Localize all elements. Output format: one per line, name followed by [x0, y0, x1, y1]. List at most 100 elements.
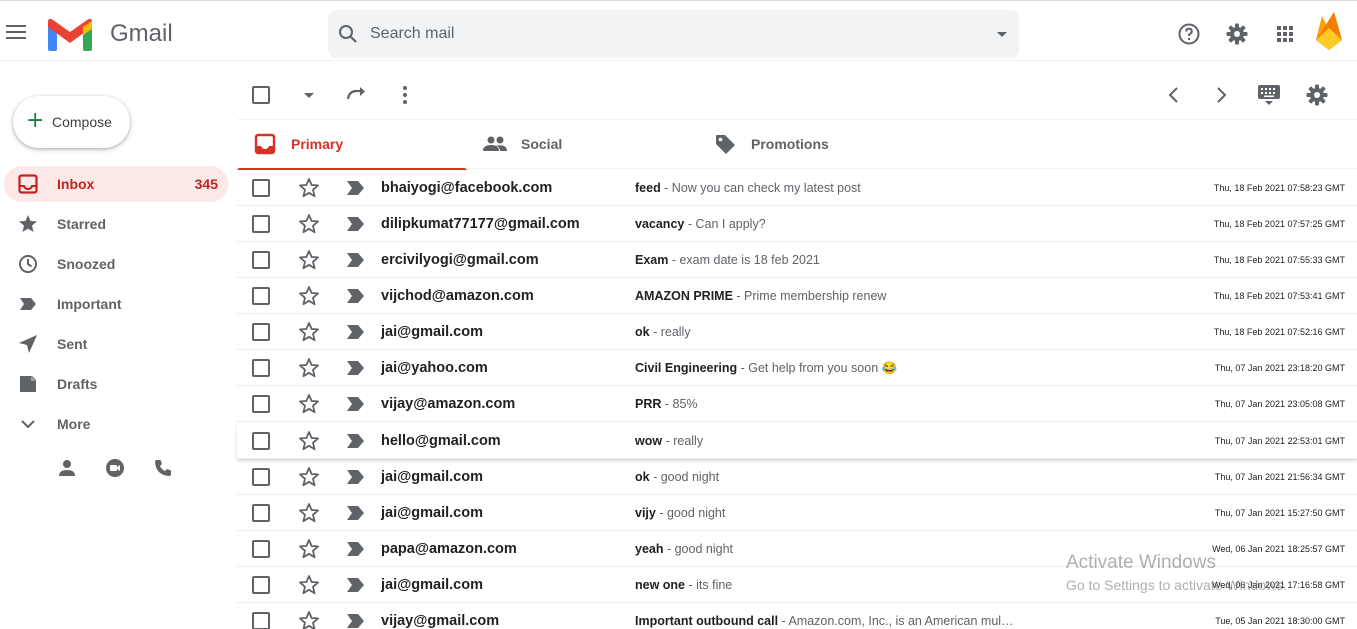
email-date: Thu, 18 Feb 2021 07:52:16 GMT — [1213, 327, 1345, 337]
email-row[interactable]: bhaiyogi@facebook.com feed - Now you can… — [237, 170, 1357, 206]
star-toggle-icon[interactable] — [298, 213, 320, 235]
row-checkbox[interactable] — [252, 251, 270, 269]
person-icon[interactable] — [57, 458, 77, 478]
star-toggle-icon[interactable] — [298, 249, 320, 271]
phone-icon[interactable] — [153, 458, 173, 478]
important-marker-icon[interactable] — [347, 181, 365, 195]
important-marker-icon[interactable] — [347, 217, 365, 231]
email-subject: new one - its fine — [635, 578, 732, 592]
email-subject: Civil Engineering - Get help from you so… — [635, 361, 897, 376]
tab-label: Primary — [291, 136, 344, 152]
apps-icon[interactable] — [1273, 22, 1297, 46]
star-toggle-icon[interactable] — [298, 321, 320, 343]
important-marker-icon[interactable] — [347, 542, 365, 556]
menu-icon[interactable] — [6, 25, 26, 41]
row-checkbox[interactable] — [252, 504, 270, 522]
star-toggle-icon[interactable] — [298, 610, 320, 629]
important-marker-icon[interactable] — [347, 289, 365, 303]
email-sender: vijay@gmail.com — [381, 613, 500, 629]
email-row[interactable]: jai@gmail.com ok - really Thu, 18 Feb 20… — [237, 314, 1357, 350]
compose-button[interactable]: + Compose — [13, 96, 130, 148]
sidebar-item-drafts[interactable]: Drafts — [4, 366, 228, 402]
chevron-left-icon[interactable] — [1163, 84, 1185, 106]
email-row[interactable]: vijay@gmail.com Important outbound call … — [237, 603, 1357, 629]
star-toggle-icon[interactable] — [298, 393, 320, 415]
email-row[interactable]: jai@yahoo.com Civil Engineering - Get he… — [237, 350, 1357, 386]
important-marker-icon[interactable] — [347, 614, 365, 628]
tab-social[interactable]: Social — [467, 120, 697, 170]
star-toggle-icon[interactable] — [298, 177, 320, 199]
important-marker-icon[interactable] — [347, 506, 365, 520]
row-checkbox[interactable] — [252, 323, 270, 341]
search-bar[interactable]: Search mail — [328, 10, 1019, 58]
brand-name[interactable]: Gmail — [110, 20, 173, 48]
help-icon[interactable] — [1177, 22, 1201, 46]
email-snippet: - good night — [649, 470, 720, 484]
email-row[interactable]: jai@gmail.com vijy - good night Thu, 07 … — [237, 495, 1357, 531]
tab-primary[interactable]: Primary — [237, 120, 467, 171]
email-row[interactable]: vijchod@amazon.com AMAZON PRIME - Prime … — [237, 278, 1357, 314]
clock-icon — [19, 255, 37, 273]
email-row[interactable]: jai@gmail.com ok - good night Thu, 07 Ja… — [237, 459, 1357, 495]
star-toggle-icon[interactable] — [298, 466, 320, 488]
select-all-checkbox[interactable] — [252, 86, 270, 104]
star-toggle-icon[interactable] — [298, 574, 320, 596]
email-subject-text: feed — [635, 181, 661, 195]
star-toggle-icon[interactable] — [298, 538, 320, 560]
sidebar-item-more[interactable]: More — [4, 406, 228, 442]
row-checkbox[interactable] — [252, 468, 270, 486]
important-marker-icon[interactable] — [347, 361, 365, 375]
chevron-right-icon[interactable] — [1210, 84, 1232, 106]
select-dropdown-icon[interactable] — [298, 84, 320, 106]
search-input[interactable]: Search mail — [370, 25, 454, 43]
refresh-icon[interactable] — [345, 84, 367, 106]
activate-windows-watermark: Activate Windows Go to Settings to activ… — [1066, 552, 1287, 593]
email-subject-text: yeah — [635, 542, 664, 556]
sidebar-item-inbox[interactable]: Inbox 345 — [4, 166, 228, 202]
row-checkbox[interactable] — [252, 179, 270, 197]
email-sender: jai@gmail.com — [381, 505, 483, 521]
important-marker-icon[interactable] — [347, 434, 365, 448]
account-avatar[interactable] — [1313, 12, 1345, 52]
email-row[interactable]: hello@gmail.com wow - really Thu, 07 Jan… — [237, 423, 1357, 459]
sidebar-item-starred[interactable]: Starred — [4, 206, 228, 242]
email-snippet: - good night — [655, 506, 726, 520]
row-checkbox[interactable] — [252, 359, 270, 377]
email-subject: vacancy - Can I apply? — [635, 217, 766, 231]
important-marker-icon[interactable] — [347, 397, 365, 411]
star-toggle-icon[interactable] — [298, 502, 320, 524]
row-checkbox[interactable] — [252, 287, 270, 305]
important-marker-icon[interactable] — [347, 325, 365, 339]
people-icon — [483, 136, 507, 151]
row-checkbox[interactable] — [252, 540, 270, 558]
email-row[interactable]: dilipkumat77177@gmail.com vacancy - Can … — [237, 206, 1357, 242]
more-vert-icon[interactable] — [394, 84, 416, 106]
email-date: Thu, 07 Jan 2021 23:05:08 GMT — [1214, 399, 1345, 409]
star-toggle-icon[interactable] — [298, 357, 320, 379]
search-options-icon[interactable] — [997, 32, 1007, 37]
tab-label: Social — [521, 136, 563, 152]
star-toggle-icon[interactable] — [298, 285, 320, 307]
row-checkbox[interactable] — [252, 612, 270, 629]
row-checkbox[interactable] — [252, 432, 270, 450]
settings-icon[interactable] — [1225, 22, 1249, 46]
star-toggle-icon[interactable] — [298, 430, 320, 452]
meet-icon[interactable] — [105, 458, 125, 478]
sidebar-item-snoozed[interactable]: Snoozed — [4, 246, 228, 282]
tab-promotions[interactable]: Promotions — [697, 120, 927, 170]
important-marker-icon[interactable] — [347, 578, 365, 592]
search-icon[interactable] — [336, 22, 360, 46]
sidebar-item-important[interactable]: Important — [4, 286, 228, 322]
email-row[interactable]: ercivilyogi@gmail.com Exam - exam date i… — [237, 242, 1357, 278]
row-checkbox[interactable] — [252, 576, 270, 594]
row-checkbox[interactable] — [252, 215, 270, 233]
settings-icon[interactable] — [1305, 83, 1329, 107]
gmail-logo[interactable] — [46, 17, 94, 53]
keyboard-icon[interactable] — [1257, 83, 1281, 107]
important-marker-icon[interactable] — [347, 470, 365, 484]
important-marker-icon[interactable] — [347, 253, 365, 267]
email-row[interactable]: vijay@amazon.com PRR - 85% Thu, 07 Jan 2… — [237, 386, 1357, 422]
sidebar-item-sent[interactable]: Sent — [4, 326, 228, 362]
email-subject-text: ok — [635, 470, 650, 484]
row-checkbox[interactable] — [252, 395, 270, 413]
